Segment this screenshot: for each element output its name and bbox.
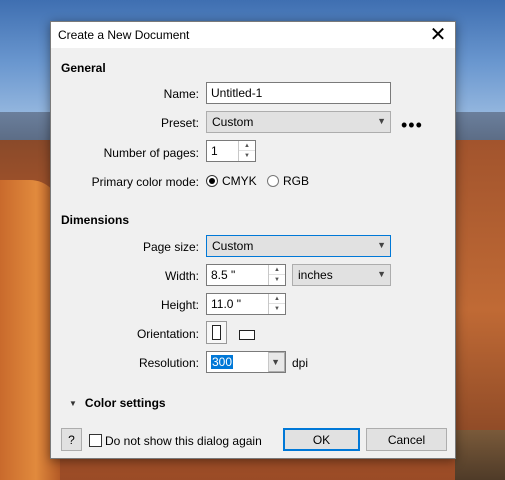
rock-arch-right [455, 140, 505, 480]
chevron-down-icon: ▼ [377, 116, 386, 126]
spin-up-icon[interactable]: ▲ [269, 294, 285, 304]
landscape-orientation-icon[interactable] [239, 330, 255, 340]
name-label: Name: [163, 87, 199, 101]
width-stepper[interactable]: 8.5 " ▲ ▼ [206, 264, 286, 286]
preset-value: Custom [212, 115, 254, 129]
dimensions-heading: Dimensions [61, 213, 130, 227]
rgb-label: RGB [283, 174, 310, 188]
pages-stepper[interactable]: 1 ▲ ▼ [206, 140, 256, 162]
help-button[interactable]: ? [61, 428, 82, 451]
dont-show-checkbox[interactable] [89, 434, 102, 447]
color-settings-label: Color settings [84, 396, 166, 410]
page-size-dropdown[interactable]: Custom ▼ [206, 235, 391, 257]
resolution-unit: dpi [292, 356, 309, 370]
height-value: 11.0 " [211, 297, 242, 311]
pages-label: Number of pages: [103, 146, 199, 160]
pages-value: 1 [211, 144, 218, 158]
units-dropdown[interactable]: inches ▼ [292, 264, 391, 286]
chevron-down-icon: ▼ [377, 269, 386, 279]
close-icon[interactable]: ✕ [421, 22, 455, 48]
resolution-value: 300 [211, 355, 234, 369]
page-size-label: Page size: [142, 240, 199, 254]
dialog-title: Create a New Document [58, 28, 190, 42]
width-value: 8.5 " [211, 268, 236, 282]
spin-up-icon[interactable]: ▲ [269, 265, 285, 275]
dont-show-label[interactable]: Do not show this dialog again [105, 434, 262, 448]
radio-selected-icon [206, 175, 218, 187]
ground [455, 430, 505, 480]
radio-unselected-icon [267, 175, 279, 187]
resolution-label: Resolution: [138, 356, 199, 370]
name-input[interactable]: Untitled-1 [206, 82, 391, 104]
spin-down-icon[interactable]: ▼ [239, 151, 255, 161]
width-label: Width: [164, 269, 199, 283]
height-label: Height: [160, 298, 199, 312]
cancel-button[interactable]: Cancel [366, 428, 447, 451]
chevron-down-icon: ▼ [271, 357, 280, 367]
spin-down-icon[interactable]: ▼ [269, 275, 285, 285]
title-bar: Create a New Document ✕ [51, 22, 455, 48]
color-settings-expander[interactable]: ▼ Color settings [69, 396, 166, 410]
height-stepper[interactable]: 11.0 " ▲ ▼ [206, 293, 286, 315]
expander-triangle-icon: ▼ [69, 398, 77, 408]
rgb-radio[interactable]: RGB [267, 174, 309, 188]
spin-down-icon[interactable]: ▼ [269, 304, 285, 314]
cmyk-label: CMYK [222, 174, 257, 188]
color-mode-label: Primary color mode: [91, 175, 199, 189]
orientation-label: Orientation: [136, 327, 199, 341]
more-options-icon[interactable]: ••• [401, 116, 423, 134]
preset-dropdown[interactable]: Custom ▼ [206, 111, 391, 133]
portrait-orientation-icon[interactable] [206, 321, 227, 344]
ok-button[interactable]: OK [283, 428, 360, 451]
page-size-value: Custom [212, 239, 254, 253]
new-document-dialog: Create a New Document ✕ General Name: Un… [50, 21, 456, 459]
spin-up-icon[interactable]: ▲ [239, 141, 255, 151]
chevron-down-icon: ▼ [377, 240, 386, 250]
portrait-page-icon [212, 325, 221, 340]
cmyk-radio[interactable]: CMYK [206, 174, 257, 188]
units-value: inches [298, 268, 333, 282]
resolution-combo[interactable]: 300 ▼ [206, 351, 286, 373]
general-heading: General [61, 61, 106, 75]
preset-label: Preset: [160, 116, 199, 130]
resolution-dropdown-button[interactable]: ▼ [268, 352, 285, 372]
